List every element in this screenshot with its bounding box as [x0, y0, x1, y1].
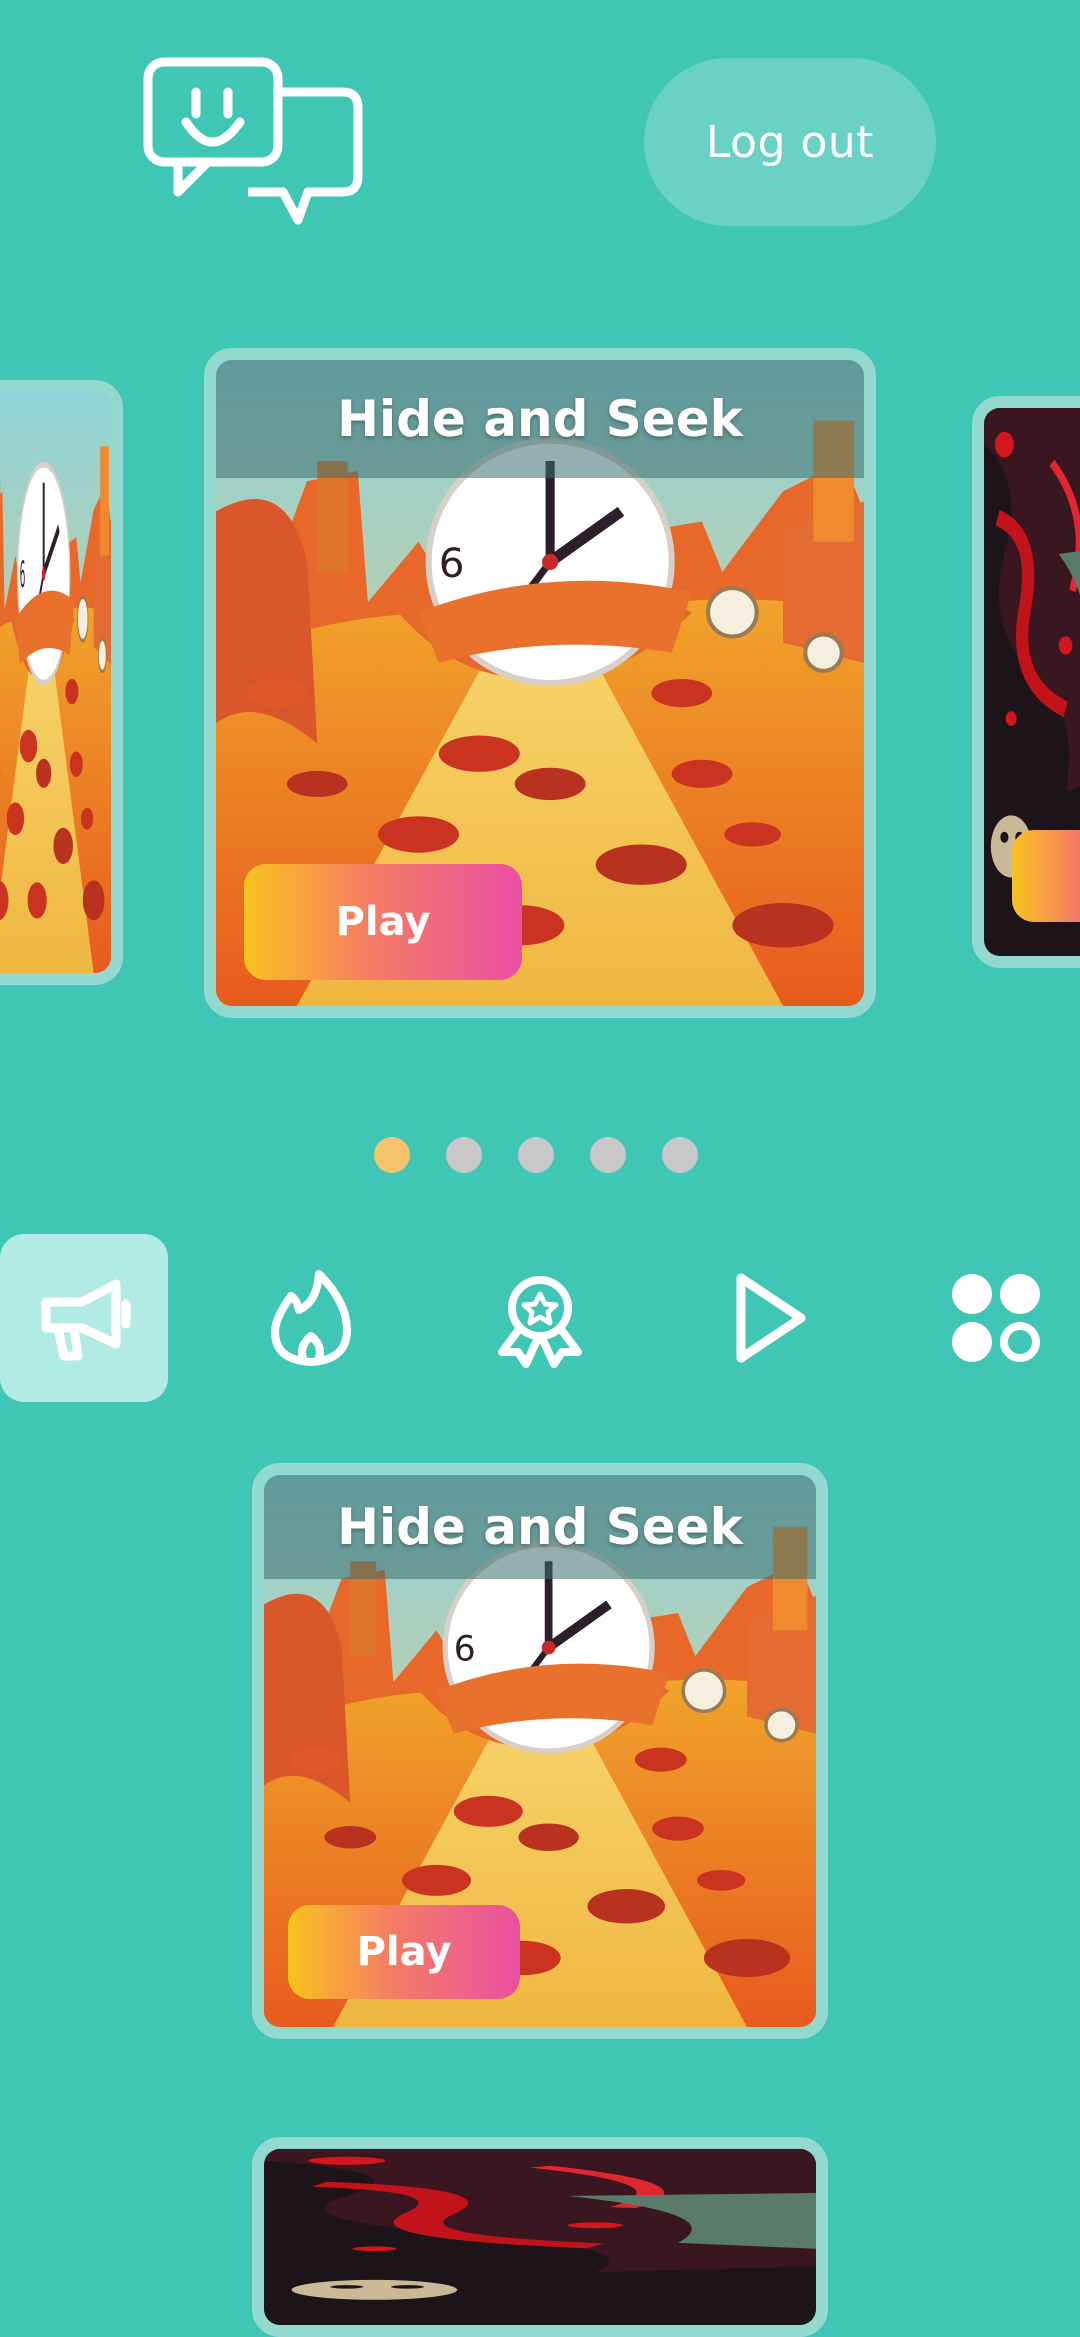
card-title: Hide and Seek: [216, 360, 864, 478]
page-dot[interactable]: [662, 1137, 698, 1173]
megaphone-icon: [41, 1279, 131, 1361]
chat-bubbles-smiley-icon[interactable]: [138, 52, 368, 232]
page-dot[interactable]: [446, 1137, 482, 1173]
carousel-card-right[interactable]: [972, 396, 1080, 968]
page-dot-active[interactable]: [374, 1137, 410, 1173]
carousel-card-center[interactable]: Hide and Seek Play: [204, 348, 876, 1018]
play-button-peek[interactable]: [1012, 830, 1080, 922]
tab-all-categories[interactable]: [912, 1234, 1080, 1402]
tab-trending[interactable]: [227, 1234, 395, 1402]
page-dot[interactable]: [590, 1137, 626, 1173]
card-artwork: [0, 392, 111, 973]
grid-icon: [952, 1274, 1040, 1362]
page-dot[interactable]: [518, 1137, 554, 1173]
play-button[interactable]: Play: [288, 1905, 520, 1999]
award-badge-icon: [498, 1276, 582, 1368]
game-card-next[interactable]: [252, 2137, 828, 2337]
carousel-card-left[interactable]: [0, 380, 123, 985]
tab-awards[interactable]: [456, 1234, 624, 1402]
game-card[interactable]: Hide and Seek Play: [252, 1463, 828, 2039]
logout-button[interactable]: Log out: [644, 58, 936, 226]
card-artwork: [264, 2149, 816, 2325]
play-button[interactable]: Play: [244, 864, 522, 980]
play-icon: [736, 1273, 806, 1363]
tab-announcements[interactable]: [0, 1234, 168, 1402]
tab-play[interactable]: [683, 1234, 851, 1402]
carousel-pagination: [374, 1137, 698, 1173]
flame-icon: [271, 1270, 351, 1366]
card-title: Hide and Seek: [264, 1475, 816, 1579]
category-tab-bar: [0, 1234, 1080, 1404]
